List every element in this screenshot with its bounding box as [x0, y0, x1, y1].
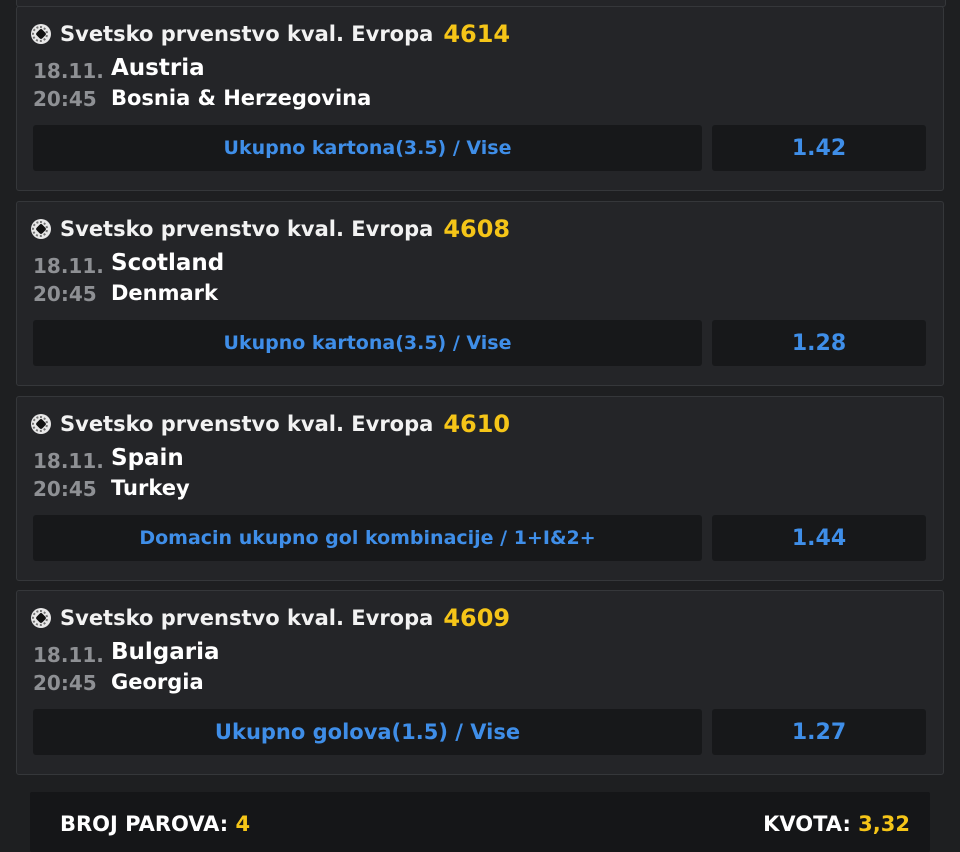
match-time: 20:45 [33, 477, 97, 501]
odd-button[interactable]: 1.44 [712, 515, 926, 561]
home-team: Scotland [111, 250, 225, 276]
away-team: Denmark [111, 281, 218, 305]
match-code: 4608 [443, 215, 511, 243]
odds-label: KVOTA: [763, 812, 851, 836]
match-card: Svetsko prvenstvo kval. Evropa 4614 18.1… [16, 6, 944, 191]
market-button[interactable]: Ukupno kartona(3.5) / Vise [33, 320, 702, 366]
odd-button[interactable]: 1.27 [712, 709, 926, 755]
league-row: Svetsko prvenstvo kval. Evropa 4610 [31, 409, 510, 439]
soccer-ball-icon [31, 219, 51, 239]
home-team: Spain [111, 445, 184, 471]
league-row: Svetsko prvenstvo kval. Evropa 4614 [31, 19, 510, 49]
league-name: Svetsko prvenstvo kval. Evropa [60, 412, 434, 436]
match-time: 20:45 [33, 282, 97, 306]
pairs-label: BROJ PAROVA: [60, 812, 229, 836]
match-date: 18.11. [33, 449, 104, 473]
match-card: Svetsko prvenstvo kval. Evropa 4608 18.1… [16, 201, 944, 386]
league-name: Svetsko prvenstvo kval. Evropa [60, 22, 434, 46]
odd-button[interactable]: 1.42 [712, 125, 926, 171]
odd-button[interactable]: 1.28 [712, 320, 926, 366]
total-odds: KVOTA: 3,32 [763, 812, 910, 836]
pairs-count: BROJ PAROVA: 4 [60, 812, 250, 836]
away-team: Bosnia & Herzegovina [111, 86, 372, 110]
match-time: 20:45 [33, 87, 97, 111]
ticket-summary-bar: BROJ PAROVA: 4 KVOTA: 3,32 [30, 792, 930, 852]
match-code: 4610 [443, 410, 511, 438]
soccer-ball-icon [31, 608, 51, 628]
match-card: Svetsko prvenstvo kval. Evropa 4610 18.1… [16, 396, 944, 581]
league-name: Svetsko prvenstvo kval. Evropa [60, 606, 434, 630]
soccer-ball-icon [31, 414, 51, 434]
market-button[interactable]: Ukupno golova(1.5) / Vise [33, 709, 702, 755]
league-name: Svetsko prvenstvo kval. Evropa [60, 217, 434, 241]
home-team: Austria [111, 55, 205, 81]
away-team: Georgia [111, 670, 204, 694]
match-date: 18.11. [33, 254, 104, 278]
soccer-ball-icon [31, 24, 51, 44]
market-button[interactable]: Ukupno kartona(3.5) / Vise [33, 125, 702, 171]
odds-value: 3,32 [858, 812, 910, 836]
match-code: 4609 [443, 604, 511, 632]
away-team: Turkey [111, 476, 190, 500]
match-date: 18.11. [33, 59, 104, 83]
league-row: Svetsko prvenstvo kval. Evropa 4609 [31, 603, 510, 633]
match-card: Svetsko prvenstvo kval. Evropa 4609 18.1… [16, 590, 944, 775]
pairs-value: 4 [235, 812, 251, 836]
match-time: 20:45 [33, 671, 97, 695]
home-team: Bulgaria [111, 639, 220, 665]
market-button[interactable]: Domacin ukupno gol kombinacije / 1+I&2+ [33, 515, 702, 561]
match-code: 4614 [443, 20, 511, 48]
match-date: 18.11. [33, 643, 104, 667]
league-row: Svetsko prvenstvo kval. Evropa 4608 [31, 214, 510, 244]
